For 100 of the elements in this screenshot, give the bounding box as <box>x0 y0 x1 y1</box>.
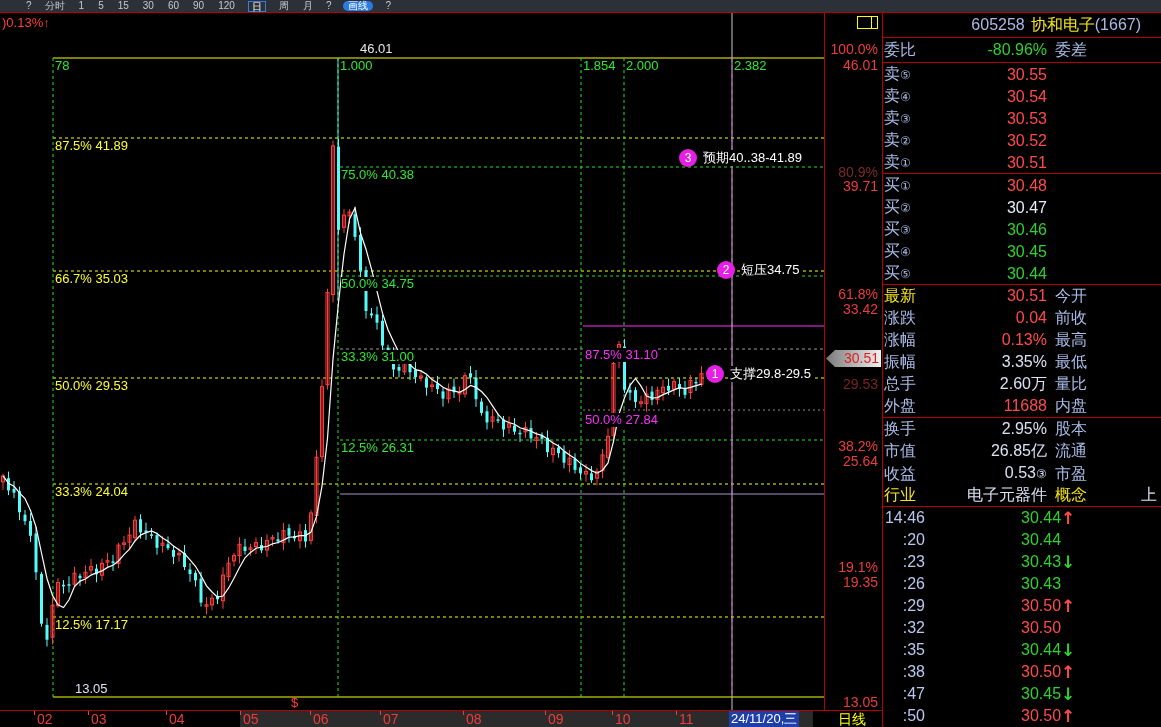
tick-time: :32 <box>901 618 925 638</box>
fibonacci-label: 50.0% 27.84 <box>585 413 658 427</box>
field-value: 2.95% <box>1001 420 1047 437</box>
month-label: 02 <box>37 711 53 727</box>
month-label: 06 <box>313 711 329 727</box>
toolbar-symbol[interactable]: ? <box>26 1 32 11</box>
field-value: 0.04 <box>1015 309 1047 326</box>
field-value: 3.35% <box>1001 353 1047 370</box>
stock-count: (1667) <box>1094 15 1141 35</box>
bid-level-label: 买⑤ <box>883 263 912 283</box>
period-tab[interactable]: 1 <box>77 1 86 11</box>
layout-toggle-icon[interactable] <box>857 16 878 29</box>
field-label: 股本 <box>1055 419 1087 439</box>
tick-price: 30.43 <box>1021 552 1062 572</box>
period-tab[interactable]: 60 <box>166 1 181 11</box>
month-label: 11 <box>679 711 694 727</box>
field-value: 30.51 <box>1006 287 1047 304</box>
tick-direction: ↑ <box>1061 507 1076 529</box>
order-price: 30.48 <box>1006 176 1047 194</box>
period-label: 日线 <box>838 711 866 727</box>
percent-label: 38.2% <box>838 438 878 454</box>
tick-price: 30.45 <box>1021 684 1062 704</box>
period-tab[interactable]: 5 <box>97 1 105 11</box>
ask-level-label: 卖② <box>883 130 912 150</box>
time-ratio-label: 1.000 <box>340 59 373 73</box>
field-label: 量比 <box>1055 374 1087 394</box>
bid-level-label: 买① <box>883 175 912 195</box>
period-tab[interactable]: 30 <box>141 1 155 11</box>
field-label: 外盘 <box>883 396 917 416</box>
field-label: 流通 <box>1055 441 1087 461</box>
field-label: 涨幅 <box>883 330 917 350</box>
tick-direction: ↑ <box>1061 705 1076 727</box>
percent-label: 19.1% <box>838 559 878 575</box>
stock-name: 协和电子 <box>1030 15 1095 35</box>
tick-time: :35 <box>901 640 925 660</box>
order-price: 30.45 <box>1006 242 1047 260</box>
field-value: 0.53③ <box>1004 464 1047 481</box>
month-label: 07 <box>383 711 399 727</box>
field-value: 26.85亿 <box>990 442 1047 459</box>
month-label: 05 <box>243 711 259 727</box>
tick-price: 30.50 <box>1021 596 1062 616</box>
ask-level-label: 卖① <box>883 152 912 172</box>
price-label: 33.42 <box>842 301 878 317</box>
month-label: 03 <box>91 711 107 727</box>
field-label: 涨跌 <box>883 308 917 328</box>
ask-level-label: 卖④ <box>883 86 912 106</box>
field-label: 今开 <box>1055 286 1087 306</box>
period-tab[interactable]: 周 <box>277 1 290 11</box>
event-marker: $ <box>291 696 299 710</box>
field-label: 委比 <box>883 40 917 60</box>
change-readout: )0.13%↑ <box>2 16 50 30</box>
period-tab[interactable]: 120 <box>217 1 236 11</box>
price-label: 19.35 <box>842 574 878 590</box>
fibonacci-label: 87.5% 41.89 <box>55 139 128 153</box>
order-price: 30.47 <box>1006 198 1047 216</box>
field-value: 11688 <box>1003 397 1047 414</box>
period-tab[interactable]: 分时 <box>43 1 66 11</box>
high-price-label: 46.01 <box>360 42 393 56</box>
time-ratio-label: 78 <box>55 59 70 73</box>
low-price-label: 13.05 <box>75 682 108 696</box>
field-label: 市盈 <box>1055 463 1087 484</box>
ask-level-label: 卖③ <box>883 108 912 128</box>
fibonacci-label: 33.3% 24.04 <box>55 485 128 499</box>
tick-time: :47 <box>901 684 925 704</box>
annotation-text: 预期40..38-41.89 <box>702 150 803 166</box>
tick-price: 30.44 <box>1021 508 1062 528</box>
period-tab[interactable]: 90 <box>192 1 206 11</box>
period-tab[interactable]: 月 <box>301 1 314 11</box>
field-label: 行业 <box>883 485 917 505</box>
tick-direction: ↑ <box>1061 595 1076 617</box>
field-value: 0.13% <box>1001 331 1047 348</box>
toolbar-symbol[interactable]: ? <box>385 1 391 11</box>
field-label: 最高 <box>1055 330 1087 350</box>
field-label: 内盘 <box>1055 396 1087 416</box>
time-range-bar[interactable]: 05 06 07 08 09 10 11 24/11/20,三 <box>240 711 813 727</box>
field-label: 市值 <box>883 441 917 461</box>
period-tab[interactable]: 15 <box>116 1 130 11</box>
current-price-tag: 30.51 <box>826 350 881 367</box>
price-label: 29.53 <box>842 376 878 392</box>
toolbar-symbol[interactable]: ? <box>325 1 332 11</box>
price-label: 25.64 <box>842 453 878 469</box>
period-tab[interactable]: 日 <box>247 0 266 12</box>
tick-price: 30.50 <box>1021 706 1062 726</box>
month-label: 09 <box>548 711 564 727</box>
annotation-number: 1 <box>706 365 724 383</box>
fibonacci-label: 12.5% 17.17 <box>55 618 128 632</box>
percent-label: 61.8% <box>838 286 878 302</box>
draw-lines-button[interactable]: 画线 <box>343 1 374 11</box>
bid-level-label: 买② <box>883 197 912 217</box>
cursor-date-label: 24/11/20,三 <box>729 711 800 727</box>
annotation-number: 2 <box>717 261 735 279</box>
tick-time: :29 <box>901 596 925 616</box>
tick-price: 30.44 <box>1021 640 1062 660</box>
annotation-text: 支撑29.8-29.5 <box>729 366 812 382</box>
bid-level-label: 买③ <box>883 219 912 239</box>
percent-label: 80.9% <box>838 164 878 180</box>
time-ratio-label: 2.000 <box>626 59 659 73</box>
field-label: 最新 <box>883 286 917 306</box>
order-price: 30.53 <box>1006 109 1047 127</box>
order-price: 30.55 <box>1006 65 1047 83</box>
